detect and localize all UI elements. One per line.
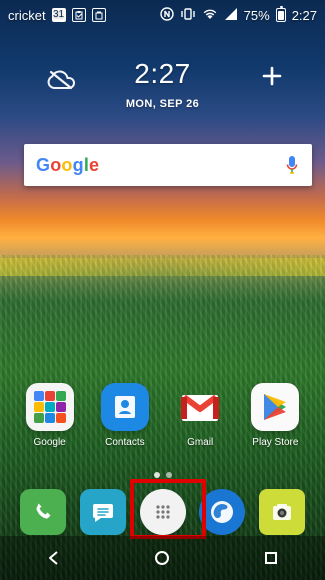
phone-icon[interactable] xyxy=(20,489,66,535)
navigation-bar xyxy=(0,536,325,580)
google-apps-folder-icon[interactable] xyxy=(25,383,74,431)
status-bar-left: cricket 31 xyxy=(8,8,106,23)
battery-icon xyxy=(275,6,286,22)
messages-icon[interactable] xyxy=(79,489,126,535)
camera-icon[interactable] xyxy=(259,489,305,535)
status-time: 2:27 xyxy=(291,7,317,23)
clipboard-icon xyxy=(71,8,86,22)
android-home-screen: cricket 31 75% 2:27 2:27 MON, SEP 26 Goo… xyxy=(0,0,325,580)
google-logo-g2: g xyxy=(72,154,84,175)
play-store-icon[interactable] xyxy=(251,383,300,431)
app-play-store[interactable]: Play Store xyxy=(240,383,310,448)
vibrate-icon xyxy=(180,7,196,24)
highlight-box xyxy=(130,479,206,539)
google-logo-o1: o xyxy=(50,154,62,175)
google-logo-o2: o xyxy=(61,154,73,175)
wifi-icon xyxy=(202,7,218,24)
google-logo-g: G xyxy=(36,154,51,175)
page-dot xyxy=(165,472,172,478)
app-label-google: Google xyxy=(33,437,66,448)
plus-icon[interactable] xyxy=(259,63,285,89)
calendar-icon: 31 xyxy=(51,8,66,22)
home-icon[interactable] xyxy=(140,536,184,580)
google-search-bar[interactable]: Google xyxy=(24,144,312,186)
page-indicator xyxy=(0,472,325,478)
recents-icon[interactable] xyxy=(249,536,293,580)
microphone-icon[interactable] xyxy=(284,154,300,176)
back-icon[interactable] xyxy=(32,536,76,580)
contacts-icon[interactable] xyxy=(100,383,149,431)
briefcase-icon xyxy=(91,8,106,22)
cellular-signal-icon xyxy=(224,7,238,24)
home-apps-row: Google Contacts Gmail Play Store xyxy=(0,383,325,448)
google-logo-e: e xyxy=(89,154,100,175)
status-bar: cricket 31 75% 2:27 xyxy=(0,0,325,30)
app-contacts[interactable]: Contacts xyxy=(90,383,160,448)
app-google-folder[interactable]: Google xyxy=(15,383,85,448)
status-bar-right: 75% 2:27 xyxy=(159,6,317,24)
page-dot xyxy=(153,472,160,478)
app-label-gmail: Gmail xyxy=(187,437,214,448)
battery-percent: 75% xyxy=(243,7,270,23)
app-label-contacts: Contacts xyxy=(105,437,145,448)
carrier-name: cricket xyxy=(8,7,46,23)
app-gmail[interactable]: Gmail xyxy=(165,383,235,448)
nfc-icon xyxy=(159,6,174,24)
app-label-play-store: Play Store xyxy=(252,437,299,448)
browser-icon[interactable] xyxy=(199,489,246,535)
battery-fill xyxy=(277,11,284,20)
gmail-icon[interactable] xyxy=(176,383,224,431)
google-logo: Google xyxy=(36,155,99,176)
clock-date[interactable]: MON, SEP 26 xyxy=(0,98,325,110)
calendar-badge: 31 xyxy=(53,9,65,20)
